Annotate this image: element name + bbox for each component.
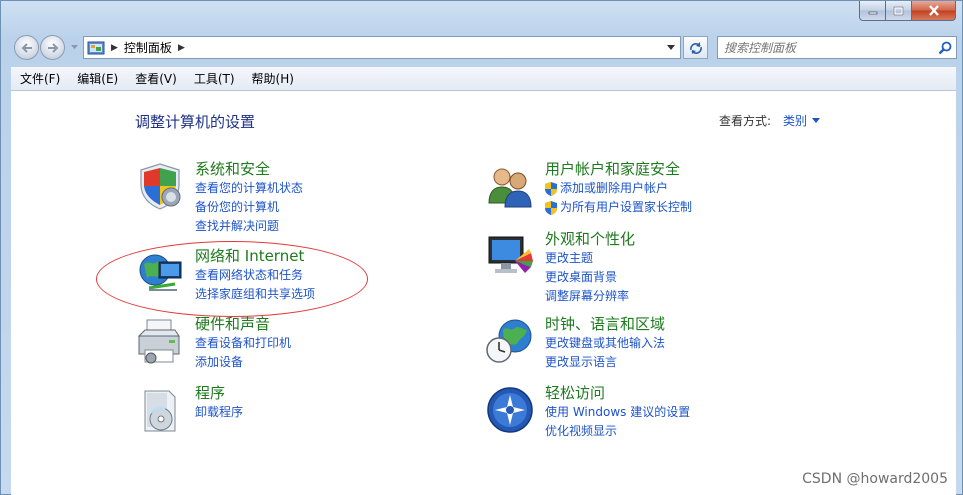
page-title: 调整计算机的设置 (135, 113, 256, 131)
category-title[interactable]: 系统和安全 (195, 159, 303, 179)
chevron-down-icon (667, 45, 675, 50)
category-body: 系统和安全 查看您的计算机状态 备份您的计算机 查找并解决问题 (195, 159, 303, 236)
category-body: 外观和个性化 更改主题 更改桌面背景 调整屏幕分辨率 (545, 229, 635, 306)
category-link[interactable]: 更改显示语言 (545, 353, 665, 372)
category-link[interactable]: 优化视频显示 (545, 422, 690, 441)
category-body: 时钟、语言和区域 更改键盘或其他输入法 更改显示语言 (545, 314, 665, 372)
forward-arrow-icon (47, 42, 58, 53)
refresh-button[interactable] (683, 36, 708, 59)
category-link-text[interactable]: 为所有用户设置家长控制 (560, 198, 692, 217)
maximize-button[interactable] (886, 1, 912, 21)
annotation-highlight-oval (96, 241, 368, 317)
minimize-icon (868, 11, 877, 14)
minimize-button[interactable] (859, 1, 886, 21)
window-frame: ▶ 控制面板 ▶ 文件(F) 编辑(E) 查看(V) (0, 0, 963, 495)
ease-of-access-icon (487, 387, 533, 433)
address-bar[interactable]: ▶ 控制面板 ▶ (83, 36, 681, 59)
search-input[interactable] (724, 40, 924, 55)
close-button[interactable] (912, 1, 956, 21)
category-link[interactable]: 使用 Windows 建议的设置 (545, 403, 690, 422)
shield-icon (140, 163, 181, 210)
view-by-label: 查看方式: (719, 114, 772, 128)
view-by-dropdown[interactable]: 类别 (783, 112, 807, 129)
category-link[interactable]: 查看设备和打印机 (195, 334, 291, 353)
category-title[interactable]: 时钟、语言和区域 (545, 314, 665, 334)
view-by: 查看方式: 类别 (719, 112, 821, 129)
watermark: CSDN @howard2005 (802, 471, 948, 487)
category-link[interactable]: 查看您的计算机状态 (195, 179, 303, 198)
category-link[interactable]: 查找并解决问题 (195, 217, 303, 236)
breadcrumb-separator-icon[interactable]: ▶ (178, 43, 185, 53)
category-title[interactable]: 用户帐户和家庭安全 (545, 159, 692, 179)
category-link[interactable]: 卸载程序 (195, 403, 243, 422)
menu-tools[interactable]: 工具(T) (193, 68, 236, 89)
category-title[interactable]: 硬件和声音 (195, 314, 291, 334)
search-box[interactable] (717, 36, 957, 59)
category-link[interactable]: 更改键盘或其他输入法 (545, 334, 665, 353)
address-dropdown[interactable] (662, 37, 680, 58)
programs-icon (144, 390, 176, 432)
menu-help[interactable]: 帮助(H) (251, 68, 295, 89)
uac-shield-icon (545, 181, 557, 196)
category-link[interactable]: 更改主题 (545, 249, 635, 268)
category-link[interactable]: 添加或删除用户帐户 (545, 179, 692, 198)
printer-icon (137, 319, 180, 364)
control-panel-icon (87, 41, 105, 54)
users-icon (488, 168, 532, 208)
search-icon[interactable] (938, 41, 952, 55)
category-body: 程序 卸载程序 (195, 383, 243, 422)
forward-button[interactable] (40, 35, 65, 60)
uac-shield-icon (545, 200, 557, 215)
breadcrumb-separator-icon[interactable]: ▶ (111, 43, 118, 53)
recent-pages-dropdown[interactable] (69, 41, 79, 53)
caption-buttons (859, 1, 956, 21)
category-title[interactable]: 外观和个性化 (545, 229, 635, 249)
navigation-bar: ▶ 控制面板 ▶ (11, 31, 957, 61)
close-icon (928, 5, 939, 16)
content-area: 调整计算机的设置 查看方式: 类别 系统和安全 查看您的计算机状态 备份您的计算… (11, 91, 956, 495)
menu-view[interactable]: 查看(V) (134, 68, 178, 89)
category-link[interactable]: 调整屏幕分辨率 (545, 287, 635, 306)
category-title[interactable]: 程序 (195, 383, 243, 403)
category-link[interactable]: 备份您的计算机 (195, 198, 303, 217)
refresh-icon (689, 41, 702, 54)
maximize-icon (893, 6, 904, 15)
category-link[interactable]: 更改桌面背景 (545, 268, 635, 287)
category-link[interactable]: 添加设备 (195, 353, 291, 372)
menu-edit[interactable]: 编辑(E) (76, 68, 119, 89)
clock-globe-icon (486, 319, 532, 363)
menu-file[interactable]: 文件(F) (19, 68, 61, 89)
category-body: 硬件和声音 查看设备和打印机 添加设备 (195, 314, 291, 372)
monitor-icon (488, 236, 533, 273)
chevron-down-icon (70, 44, 78, 49)
breadcrumb-control-panel[interactable]: 控制面板 (124, 39, 172, 56)
category-body: 用户帐户和家庭安全 添加或删除用户帐户 为所有用户设置家长控制 (545, 159, 692, 217)
back-button[interactable] (14, 35, 39, 60)
chevron-down-icon[interactable] (812, 118, 821, 123)
menu-bar: 文件(F) 编辑(E) 查看(V) 工具(T) 帮助(H) (11, 67, 956, 91)
category-body: 轻松访问 使用 Windows 建议的设置 优化视频显示 (545, 383, 690, 441)
back-arrow-icon (21, 42, 32, 53)
category-link-text[interactable]: 添加或删除用户帐户 (560, 179, 668, 198)
category-link[interactable]: 为所有用户设置家长控制 (545, 198, 692, 217)
category-title[interactable]: 轻松访问 (545, 383, 690, 403)
